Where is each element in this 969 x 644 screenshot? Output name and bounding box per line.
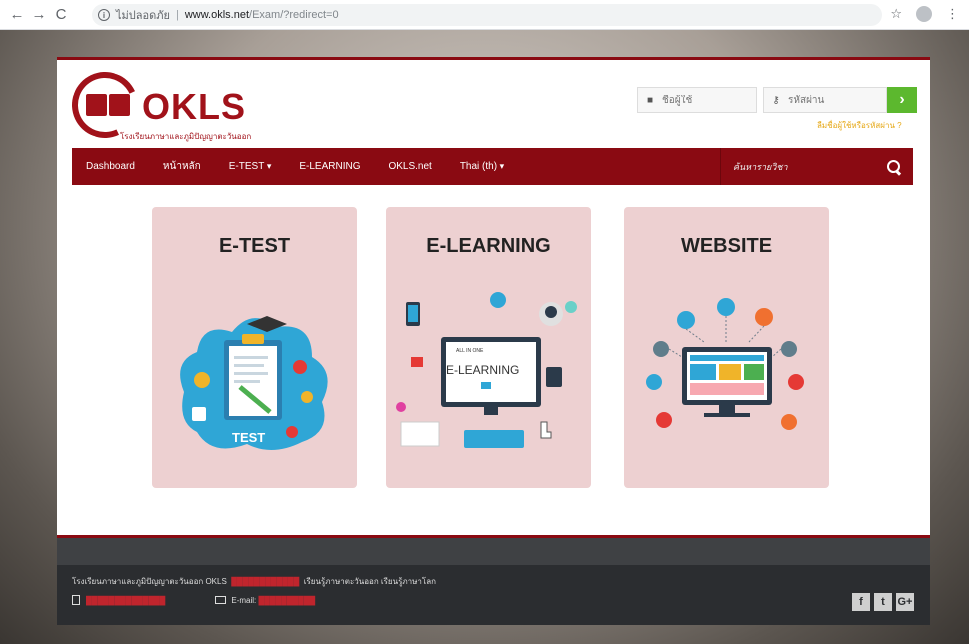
nav-dashboard[interactable]: Dashboard [72, 161, 149, 172]
elearning-illustration: ALL IN ONE E-LEARNING [396, 292, 577, 448]
nav-okls[interactable]: OKLS.net [374, 161, 445, 172]
page-container: OKLS โรงเรียนภาษาและภูมิปัญญาตะวันออก ■ … [57, 57, 930, 535]
key-icon: ⚷ [772, 94, 780, 106]
url-path: /Exam/?redirect=0 [249, 9, 339, 21]
course-search-placeholder: ค้นหารายวิชา [733, 161, 788, 172]
social-links: f t G+ [852, 593, 914, 611]
footer-email-link[interactable]: ██████████ [256, 596, 315, 605]
card-elearning[interactable]: E-LEARNING ALL IN ONE E-LEARNING [386, 207, 591, 488]
course-search[interactable]: ค้นหารายวิชา [720, 148, 913, 185]
browser-actions: ☆ ⋮ [890, 6, 959, 22]
site-footer: โรงเรียนภาษาและภูมิปัญญาตะวันออก OKLS ██… [57, 565, 930, 625]
mail-icon [215, 596, 227, 604]
twitter-icon[interactable]: t [874, 593, 892, 611]
back-icon[interactable]: ← [6, 6, 28, 23]
footer-contact-row: ██████████████ E-mail: ██████████ [72, 595, 315, 605]
footer-address-link[interactable]: ██████████████ [86, 596, 165, 605]
reload-icon[interactable]: C [50, 6, 72, 23]
url-host: www.okls.net [184, 9, 250, 21]
footer-email-label: E-mail: [231, 595, 257, 605]
nav-home[interactable]: หน้าหลัก [149, 159, 215, 174]
card-website[interactable]: WEBSITE [624, 207, 829, 488]
nav-etest-dropdown[interactable]: E-TEST [215, 161, 286, 172]
facebook-icon[interactable]: f [852, 593, 870, 611]
card-etest-title: E-TEST [218, 235, 291, 257]
menu-kebab-icon[interactable]: ⋮ [946, 6, 959, 22]
bookmark-star-icon[interactable]: ☆ [890, 6, 902, 22]
nav-language-dropdown[interactable]: Thai (th) [446, 161, 518, 172]
username-field[interactable]: ■ [637, 87, 757, 113]
footer-divider [57, 535, 930, 565]
password-input[interactable] [788, 94, 876, 106]
card-etest[interactable]: E-TEST TEST [152, 207, 357, 488]
bookmark-icon [72, 595, 80, 605]
etest-illustration: TEST [180, 316, 328, 451]
nav-elearning[interactable]: E-LEARNING [285, 161, 374, 172]
logo-glyphs [86, 94, 130, 116]
card-website-title: WEBSITE [680, 235, 773, 257]
website-illustration [646, 298, 804, 430]
browser-toolbar: ← → C i ไม่ปลอดภัย | www.okls.net /Exam/… [0, 0, 969, 30]
forgot-password-link[interactable]: ลืมชื่อผู้ใช้หรือรหัสผ่าน ? [817, 119, 902, 132]
elearning-caption: E-LEARNING [446, 363, 519, 377]
info-icon[interactable]: i [98, 9, 110, 21]
site-logo[interactable]: OKLS โรงเรียนภาษาและภูมิปัญญาตะวันออก [62, 62, 302, 148]
logo-title: OKLS [142, 86, 247, 127]
security-label: ไม่ปลอดภัย [116, 10, 170, 22]
footer-school-name: โรงเรียนภาษาและภูมิปัญญาตะวันออก OKLS [72, 577, 227, 586]
logo-subtitle: โรงเรียนภาษาและภูมิปัญญาตะวันออก [120, 132, 252, 141]
user-icon: ■ [646, 94, 654, 106]
url-separator: | [175, 9, 179, 21]
address-bar[interactable]: i ไม่ปลอดภัย | www.okls.net /Exam/?redir… [92, 4, 882, 26]
footer-link-hidden[interactable]: ████████████ [229, 577, 301, 586]
main-navbar: Dashboard หน้าหลัก E-TEST E-LEARNING OKL… [72, 148, 913, 185]
search-icon[interactable] [887, 159, 901, 174]
forward-icon[interactable]: → [28, 6, 50, 23]
login-submit-button[interactable]: › [887, 87, 917, 113]
elearning-badge: ALL IN ONE [456, 348, 484, 354]
etest-caption: TEST [232, 430, 265, 445]
footer-tagline: เรียนรู้ภาษาตะวันออก เรียนรู้ภาษาโลก [303, 577, 436, 586]
footer-school-text: โรงเรียนภาษาและภูมิปัญญาตะวันออก OKLS ██… [72, 575, 436, 588]
login-form: ■ ⚷ › [637, 87, 917, 113]
password-field[interactable]: ⚷ [763, 87, 887, 113]
username-input[interactable] [662, 94, 750, 106]
profile-icon[interactable] [916, 6, 932, 22]
google-plus-icon[interactable]: G+ [896, 593, 914, 611]
card-elearning-title: E-LEARNING [426, 235, 551, 257]
